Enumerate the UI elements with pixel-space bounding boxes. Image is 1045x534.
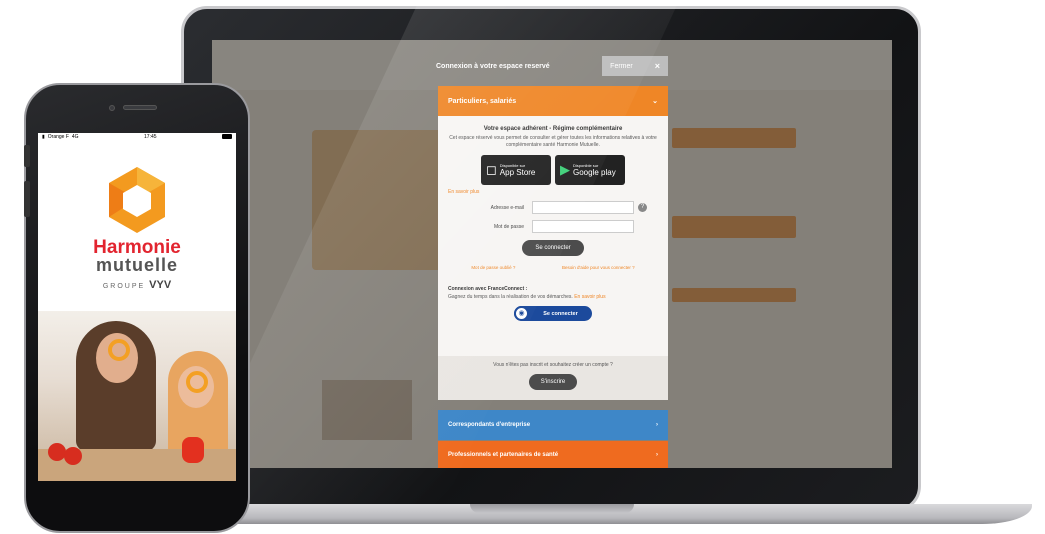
close-label: Fermer bbox=[610, 62, 633, 70]
google-play-icon: ▶ bbox=[560, 162, 570, 177]
close-button[interactable]: Fermer × bbox=[602, 56, 668, 76]
chevron-down-icon: ⌄ bbox=[652, 98, 658, 105]
email-row: Adresse e-mail ? bbox=[448, 201, 658, 214]
phone-screen: ▮ Orange F 4G 17:45 Harmonie mutuelle GR… bbox=[38, 133, 236, 481]
franceconnect-button[interactable]: ◉ Se connecter bbox=[514, 306, 592, 321]
email-label: Adresse e-mail bbox=[490, 204, 524, 211]
status-bar: ▮ Orange F 4G 17:45 bbox=[42, 134, 232, 140]
espace-title: Votre espace adhérent - Régime complémen… bbox=[483, 126, 623, 132]
status-time: 17:45 bbox=[144, 134, 157, 140]
photo-tomato bbox=[64, 447, 82, 465]
password-field[interactable] bbox=[532, 220, 634, 233]
carrier-name: Orange F bbox=[47, 134, 69, 140]
laptop-notch bbox=[470, 504, 634, 513]
password-label: Mot de passe bbox=[493, 223, 524, 230]
modal-title: Connexion à votre espace reservé bbox=[436, 62, 550, 70]
harmonie-logo-icon bbox=[109, 167, 165, 233]
modal-header: Connexion à votre espace reservé Fermer … bbox=[436, 54, 668, 78]
section-entreprise[interactable]: Correspondants d'entreprise › bbox=[438, 410, 668, 440]
help-icon[interactable]: ? bbox=[638, 203, 647, 212]
photo-pepper-ring bbox=[186, 371, 208, 393]
franceconnect-text: Gagnez du temps dans la réalisation de v… bbox=[448, 294, 658, 300]
franceconnect-icon: ◉ bbox=[514, 306, 529, 321]
store-buttons: ◻ Disponible sur App Store ▶ Disponible … bbox=[448, 155, 658, 185]
section-professionnels[interactable]: Professionnels et partenaires de santé › bbox=[438, 441, 668, 468]
brand-name-secondary: mutuelle bbox=[95, 255, 178, 275]
register-section: Vous n'êtes pas inscrit et souhaitez cré… bbox=[438, 356, 668, 400]
login-panel: Votre espace adhérent - Régime complémen… bbox=[438, 116, 668, 400]
app-store-button[interactable]: ◻ Disponible sur App Store bbox=[481, 155, 551, 185]
franceconnect-link[interactable]: En savoir plus bbox=[574, 294, 605, 300]
section-particuliers[interactable]: Particuliers, salariés ⌄ bbox=[438, 86, 668, 116]
password-row: Mot de passe bbox=[448, 220, 658, 233]
en-savoir-plus-link[interactable]: En savoir plus bbox=[448, 189, 658, 195]
laptop-screen: Connexion à votre espace reservé Fermer … bbox=[212, 40, 892, 468]
photo-pepper bbox=[182, 437, 204, 463]
group-name: GROUPE VYV bbox=[38, 279, 236, 291]
earpiece bbox=[123, 105, 157, 110]
photo-tomato bbox=[48, 443, 66, 461]
franceconnect-title: Connexion avec FranceConnect : bbox=[448, 286, 528, 292]
espace-description: Cet espace réservé vous permet de consul… bbox=[449, 135, 657, 148]
register-button[interactable]: S'inscrire bbox=[529, 374, 577, 390]
phone-side-button bbox=[24, 145, 30, 167]
family-photo bbox=[38, 311, 236, 481]
group-brand: VYV bbox=[149, 279, 172, 291]
chevron-right-icon: › bbox=[656, 451, 658, 458]
signal-icon: ▮ bbox=[42, 134, 45, 140]
connect-button[interactable]: Se connecter bbox=[522, 240, 584, 256]
forgot-password-link[interactable]: Mot de passe oublié ? bbox=[471, 265, 515, 270]
group-prefix: GROUPE bbox=[102, 283, 146, 290]
photo-pepper-ring bbox=[108, 339, 130, 361]
status-left: ▮ Orange F 4G bbox=[42, 134, 79, 140]
franceconnect-button-label: Se connecter bbox=[543, 310, 578, 317]
battery-icon bbox=[221, 134, 232, 139]
google-play-label: Google play bbox=[573, 168, 616, 177]
apple-icon: ◻ bbox=[486, 162, 497, 177]
chevron-right-icon: › bbox=[656, 422, 658, 428]
franceconnect-description: Gagnez du temps dans la réalisation de v… bbox=[448, 294, 573, 300]
front-camera bbox=[109, 105, 115, 111]
help-connect-link[interactable]: Besoin d'aide pour vous connecter ? bbox=[562, 265, 635, 270]
google-play-button[interactable]: ▶ Disponible sur Google play bbox=[555, 155, 625, 185]
help-links: Mot de passe oublié ? Besoin d'aide pour… bbox=[448, 265, 658, 270]
email-field[interactable] bbox=[532, 201, 634, 214]
phone-side-button bbox=[24, 181, 30, 217]
section-entreprise-label: Correspondants d'entreprise bbox=[448, 422, 531, 428]
network-type: 4G bbox=[71, 134, 79, 140]
app-store-label: App Store bbox=[499, 168, 536, 177]
section-particuliers-label: Particuliers, salariés bbox=[448, 97, 517, 105]
register-text: Vous n'êtes pas inscrit et souhaitez cré… bbox=[493, 362, 613, 368]
close-icon: × bbox=[654, 61, 660, 71]
section-professionnels-label: Professionnels et partenaires de santé bbox=[448, 451, 559, 458]
